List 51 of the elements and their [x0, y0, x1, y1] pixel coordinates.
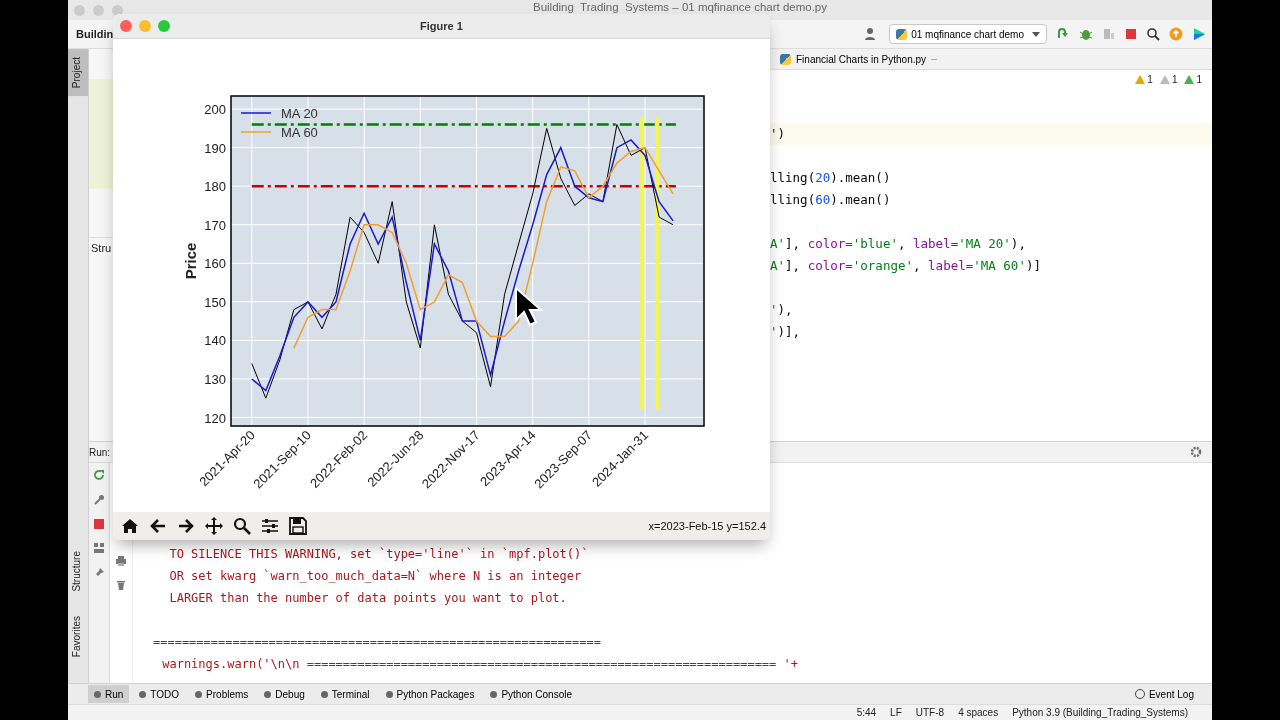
event-log-button[interactable]: Event Log	[1128, 685, 1200, 703]
axis-tick-label: 150	[204, 294, 226, 310]
status-item[interactable]: UTF-8	[915, 707, 945, 718]
tool-window-tab[interactable]: Python Console	[484, 685, 579, 703]
cursor-coordinates: x=2023-Feb-15 y=152.4	[648, 520, 766, 532]
axis-tick-label: 120	[204, 410, 226, 426]
console-line: OR set kwarg `warn_too_much_data=N` where N is an integer	[168, 568, 583, 585]
side-tab[interactable]: Favorites	[68, 607, 88, 665]
tool-window-tab[interactable]: Problems	[189, 685, 255, 703]
status-item[interactable]: 5:44	[856, 707, 877, 718]
axis-tick-label: 200	[204, 102, 226, 118]
axis-tick-label: 130	[204, 371, 226, 387]
axis-tick-label: 160	[204, 256, 226, 272]
tool-window-tab[interactable]: Terminal	[314, 685, 376, 703]
axis-tick-label: 180	[204, 179, 226, 195]
axis-title: Price	[182, 242, 199, 280]
inspection-count[interactable]: 1	[1135, 74, 1153, 85]
tool-window-tab[interactable]: Python Packages	[379, 685, 481, 703]
status-item[interactable]: Python 3.9 (Building_Trading_Systems)	[1012, 707, 1188, 718]
panel-title: Stru	[91, 242, 112, 254]
status-item[interactable]: LF	[890, 707, 902, 718]
legend-label: MA 60	[281, 125, 318, 140]
axis-tick-label: 140	[204, 333, 226, 349]
project-name[interactable]: Buildin	[76, 28, 114, 40]
code-line: ')	[770, 126, 786, 141]
tool-window-tab[interactable]: TODO	[133, 685, 186, 703]
side-tab[interactable]: Structure	[68, 543, 88, 600]
status-item[interactable]: 4 spaces	[958, 707, 999, 718]
inspection-count[interactable]: 1	[1159, 74, 1178, 85]
tool-window-tab[interactable]: Run	[88, 685, 130, 703]
console-line: TO SILENCE THIS WARNING, set `type='line'` in `mpf.plot()`	[168, 546, 590, 563]
editor-tab[interactable]: Financial Charts in Python.py	[776, 53, 942, 65]
code-line: A'], color='blue', label='MA 20'),	[770, 236, 1026, 251]
inspection-count[interactable]: 1	[1184, 74, 1202, 85]
window-title: Figure 1	[420, 20, 463, 32]
code-line: lling(20).mean()	[770, 170, 891, 185]
run-configuration-dropdown[interactable]: 01 mqfinance chart demo	[889, 24, 1047, 44]
code-line: '),	[770, 302, 793, 317]
console-line: warnings.warn('\n\n ================================================================= '+	[161, 656, 798, 673]
axis-tick-label: 170	[204, 217, 226, 233]
window-title: Building Trading Systems – 01 mqfinance chart demo.py	[531, 1, 827, 13]
tool-window-tab[interactable]: Debug	[258, 685, 311, 703]
axis-tick-label: 190	[204, 140, 226, 156]
legend-label: MA 20	[281, 106, 318, 121]
console-line: LARGER than the number of data points you want to plot.	[168, 590, 568, 607]
panel-title: Run:	[89, 446, 111, 458]
console-line: ==============================================================	[152, 634, 602, 651]
code-line: ')],	[770, 324, 801, 339]
code-line: lling(60).mean()	[770, 192, 891, 207]
code-line: A'], color='orange', label='MA 60')]	[770, 258, 1041, 273]
side-tab[interactable]: Project	[68, 49, 88, 97]
